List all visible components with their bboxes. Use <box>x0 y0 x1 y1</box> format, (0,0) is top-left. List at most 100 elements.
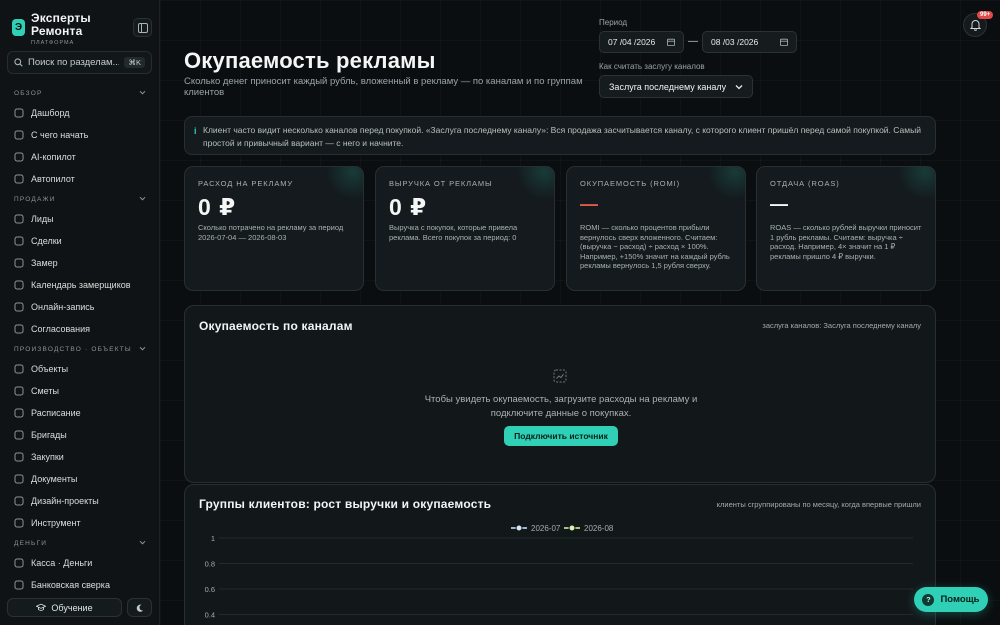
sidebar-item[interactable]: AI-копилот <box>0 146 160 168</box>
sidebar-item-label: Автопилот <box>31 174 75 184</box>
sidebar-item[interactable]: Лиды <box>0 208 160 230</box>
legend-label: 2026-07 <box>531 524 561 533</box>
chevron-down-icon <box>139 540 146 547</box>
graduation-cap-icon <box>36 603 47 611</box>
attribution-label: Как считать заслугу каналов <box>599 62 705 71</box>
sidebar-item[interactable]: Расписание <box>0 402 160 424</box>
sidebar-section-header[interactable]: ДЕНЬГИ <box>0 534 160 552</box>
sidebar-item-label: Дизайн-проекты <box>31 496 99 506</box>
channels-panel-meta: заслуга каналов: Заслуга последнему кана… <box>762 321 921 330</box>
attribution-select[interactable]: Заслуга последнему каналу <box>599 75 753 98</box>
legend-marker <box>568 524 576 532</box>
sidebar-item[interactable]: Закупки <box>0 446 160 468</box>
kpi-card-revenue: ВЫРУЧКА ОТ РЕКЛАМЫ 0 ₽ Выручка с покупок… <box>375 166 555 291</box>
brand-subtitle: ПЛАТФОРМА <box>31 40 75 46</box>
cart-icon <box>14 452 24 462</box>
palette-icon <box>14 496 24 506</box>
moon-icon <box>136 604 143 612</box>
sidebar-item-label: Банковская сверка <box>31 580 110 590</box>
sidebar-item[interactable]: Бригады <box>0 424 160 446</box>
clock-icon <box>14 302 24 312</box>
sidebar-item[interactable]: Онлайн-запись <box>0 296 160 318</box>
sidebar-item-label: Инструмент <box>31 518 81 528</box>
kpi-label: ОКУПАЕМОСТЬ (ROMI) <box>580 179 681 188</box>
sidebar-item[interactable]: Согласования <box>0 318 160 340</box>
chevron-down-icon <box>139 346 146 353</box>
sidebar-collapse-button[interactable] <box>133 18 152 37</box>
cohort-chart: 2026-07 2026-08 1 0.8 0.6 0.4 <box>205 524 913 620</box>
learn-button-label: Обучение <box>51 602 93 613</box>
sidebar-item[interactable]: Сделки <box>0 230 160 252</box>
dashboard-icon <box>14 108 24 118</box>
sidebar-item-label: Онлайн-запись <box>31 302 95 312</box>
kpi-description: Выручка с покупок, которые привела рекла… <box>389 223 518 242</box>
sidebar-item[interactable]: Документы <box>0 468 160 490</box>
y-tick-label: 0.6 <box>205 585 215 594</box>
sidebar-section-title: ПРОИЗВОДСТВО · ОБЪЕКТЫ <box>14 345 132 353</box>
theme-toggle-button[interactable] <box>127 598 152 617</box>
sidebar-item[interactable]: Инструмент <box>0 512 160 534</box>
date-to-value: 08 /03 /2026 <box>711 37 759 47</box>
check-icon <box>14 324 24 334</box>
notifications-button[interactable]: 99+ <box>963 11 994 37</box>
search-input[interactable]: Поиск по разделам... <box>28 57 119 68</box>
sidebar-section-header[interactable]: ОБЗОР <box>0 84 160 102</box>
notifications-badge: 99+ <box>977 11 994 19</box>
kpi-card-spend: РАСХОД НА РЕКЛАМУ 0 ₽ Сколько потрачено … <box>184 166 364 291</box>
kpi-label: ВЫРУЧКА ОТ РЕКЛАМЫ <box>389 179 493 188</box>
sidebar-item-label: AI-копилот <box>31 152 76 162</box>
sidebar-search[interactable]: Поиск по разделам... ⌘K <box>7 51 152 74</box>
kpi-description: ROMI — сколько процентов прибыли вернуло… <box>580 223 730 270</box>
sidebar-item-label: Закупки <box>31 452 64 462</box>
connect-source-button[interactable]: Подключить источник <box>504 426 618 446</box>
sidebar-item[interactable]: Объекты <box>0 358 160 380</box>
kpi-label: ОТДАЧА (ROAS) <box>770 179 840 188</box>
kpi-value: 0 ₽ <box>198 194 237 220</box>
help-icon: ? <box>922 593 935 606</box>
date-from-input[interactable]: 07 /04 /2026 <box>599 31 684 53</box>
channels-panel: Окупаемость по каналам заслуга каналов: … <box>184 305 936 483</box>
learn-button[interactable]: Обучение <box>7 598 122 617</box>
legend-item[interactable]: 2026-08 <box>564 524 614 533</box>
bank-icon <box>14 580 24 590</box>
kpi-description: ROAS — сколько рублей выручки приносит 1… <box>770 223 922 261</box>
sidebar-item[interactable]: Сметы <box>0 380 160 402</box>
sidebar-section-header[interactable]: ПРОДАЖИ <box>0 190 160 208</box>
sidebar-item[interactable]: Календарь замерщиков <box>0 274 160 296</box>
sidebar-item-label: Документы <box>31 474 78 484</box>
sidebar-item[interactable]: С чего начать <box>0 124 160 146</box>
ruler-icon <box>14 258 24 268</box>
sidebar-item[interactable]: Дашборд <box>0 102 160 124</box>
sidebar-item[interactable]: Автопилот <box>0 168 160 190</box>
sidebar-item[interactable]: Дизайн-проекты <box>0 490 160 512</box>
period-label: Период <box>599 18 628 27</box>
brand-title-line2: Ремонта <box>31 24 83 38</box>
main-content: Окупаемость рекламы Сколько денег принос… <box>160 0 1000 625</box>
legend-item[interactable]: 2026-07 <box>511 524 561 533</box>
brand[interactable]: Э Эксперты Ремонта ПЛАТФОРМА <box>12 12 91 46</box>
info-icon: i <box>194 126 197 136</box>
sidebar: Э Эксперты Ремонта ПЛАТФОРМА Поиск по ра… <box>0 0 160 625</box>
kpi-value: — <box>580 194 599 214</box>
info-text: Клиент часто видит несколько каналов пер… <box>203 125 921 148</box>
sidebar-item[interactable]: Касса · Деньги <box>0 552 160 574</box>
sidebar-section-header[interactable]: ПРОИЗВОДСТВО · ОБЪЕКТЫ <box>0 340 160 358</box>
chevron-down-icon <box>139 196 146 203</box>
date-to-input[interactable]: 08 /03 /2026 <box>702 31 797 53</box>
help-button[interactable]: ? Помощь <box>914 587 988 612</box>
sidebar-item-label: Замер <box>31 258 58 268</box>
sidebar-item[interactable]: Банковская сверка <box>0 574 160 596</box>
kpi-description: Сколько потрачено на рекламу за период 2… <box>198 223 344 242</box>
date-separator: — <box>688 36 698 47</box>
sidebar-section-title: ДЕНЬГИ <box>14 539 48 547</box>
y-tick-label: 0.8 <box>205 560 215 569</box>
legend-marker <box>515 524 523 532</box>
sidebar-item-label: Согласования <box>31 324 91 334</box>
calendar-icon <box>667 38 675 46</box>
bell-icon <box>969 20 981 31</box>
kpi-label: РАСХОД НА РЕКЛАМУ <box>198 179 294 188</box>
panel-left-icon <box>137 22 148 33</box>
page-title: Окупаемость рекламы <box>184 48 436 73</box>
cohort-panel-meta: клиенты сгруппированы по месяцу, когда в… <box>716 500 921 509</box>
sidebar-item[interactable]: Замер <box>0 252 160 274</box>
